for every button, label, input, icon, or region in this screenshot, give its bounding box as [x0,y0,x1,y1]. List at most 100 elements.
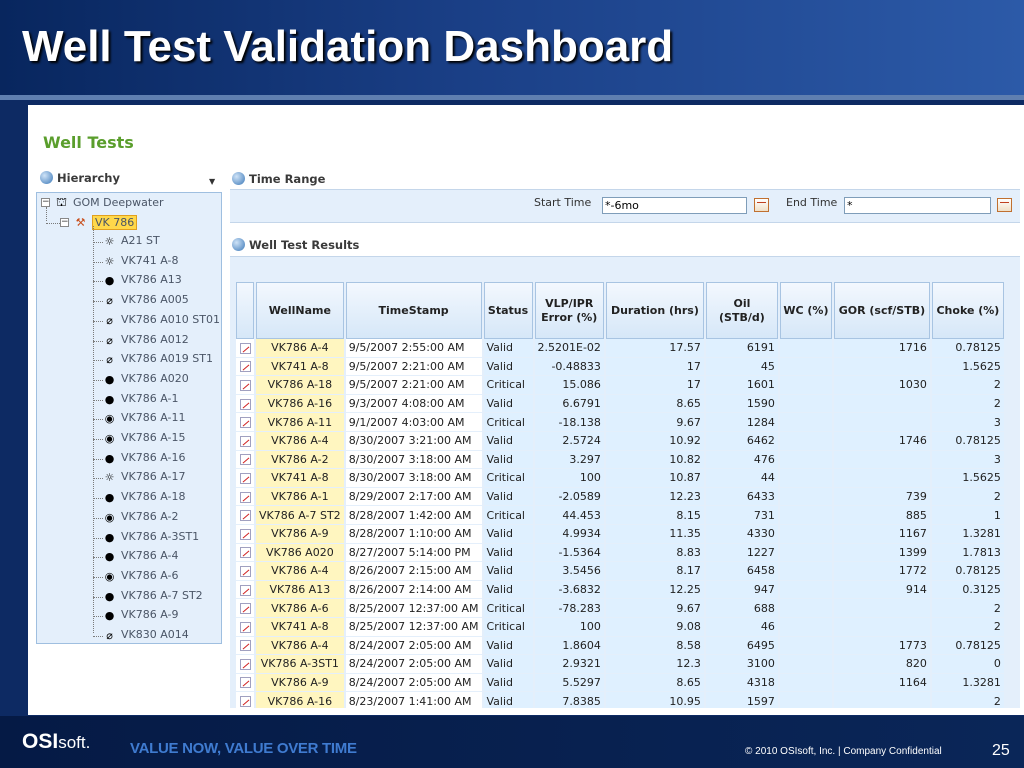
trend-chart-cell[interactable] [236,413,254,432]
table-row[interactable]: VK786 A-2 8/30/2007 3:18:00 AM Valid 3.297 1… [236,450,1004,470]
table-row[interactable]: VK786 A-11 9/1/2007 4:03:00 AM Critical -18… [236,413,1004,432]
trend-chart-icon[interactable] [239,491,251,503]
column-header[interactable]: WC (%) [779,282,832,339]
tree-well-item[interactable]: ● VK786 A-7 ST2 [37,588,221,607]
trend-chart-icon[interactable] [239,528,251,540]
tree-well-item[interactable]: ☼ VK786 A-17 [37,469,221,488]
trend-chart-cell[interactable] [236,636,254,656]
collapse-panel-icon[interactable] [232,238,245,251]
calendar-icon[interactable] [997,198,1012,212]
table-row[interactable]: VK786 A-16 9/3/2007 4:08:00 AM Valid 6.6791… [236,394,1004,414]
trend-chart-cell[interactable] [236,506,254,525]
table-row[interactable]: VK786 A020 8/27/2007 5:14:00 PM Valid -1.53… [236,543,1004,563]
tree-well-item[interactable]: ● VK786 A-18 [37,489,221,508]
collapse-panel-icon[interactable] [40,171,53,184]
trend-chart-icon[interactable] [239,417,251,429]
table-row[interactable]: VK741 A-8 9/5/2007 2:21:00 AM Valid -0.4883… [236,357,1004,377]
collapse-panel-icon[interactable] [232,172,245,185]
trend-chart-cell[interactable] [236,543,254,563]
table-row[interactable]: VK786 A-4 8/24/2007 2:05:00 AM Valid 1.8604… [236,636,1004,656]
trend-chart-cell[interactable] [236,617,254,637]
trend-chart-cell[interactable] [236,469,254,488]
trend-chart-cell[interactable] [236,599,254,618]
end-time-input[interactable]: * [844,197,991,214]
trend-chart-icon[interactable] [239,658,251,670]
trend-chart-cell[interactable] [236,580,254,600]
hierarchy-dropdown-icon[interactable]: ▼ [209,177,215,186]
trend-chart-cell[interactable] [236,394,254,414]
trend-chart-icon[interactable] [239,435,251,447]
trend-chart-icon[interactable] [239,547,251,559]
tree-well-item[interactable]: ● VK786 A020 [37,371,221,390]
tree-well-item[interactable]: ⌀ VK830 A014 [37,627,221,646]
trend-chart-cell[interactable] [236,450,254,470]
trend-chart-icon[interactable] [239,342,251,354]
column-header[interactable]: GOR (scf/STB) [833,282,930,339]
trend-chart-cell[interactable] [236,655,254,674]
tree-well-item[interactable]: ● VK786 A-16 [37,450,221,469]
trend-chart-icon[interactable] [239,398,251,410]
table-row[interactable]: VK786 A-4 9/5/2007 2:55:00 AM Valid 2.5201E… [236,339,1004,358]
trend-chart-icon[interactable] [239,621,251,633]
trend-chart-icon[interactable] [239,510,251,522]
table-row[interactable]: VK786 A-18 9/5/2007 2:21:00 AM Critical 15.… [236,376,1004,395]
tree-well-item[interactable]: ◉ VK786 A-6 [37,568,221,587]
tree-well-item[interactable]: ◉ VK786 A-11 [37,410,221,429]
collapse-toggle-icon[interactable]: − [41,198,50,207]
tree-well-item[interactable]: ⌀ VK786 A019 ST1 [37,351,221,370]
tree-well-item[interactable]: ⌀ VK786 A005 [37,292,221,311]
trend-chart-icon[interactable] [239,696,251,708]
column-header[interactable]: Duration (hrs) [605,282,704,339]
column-header[interactable]: VLP/IPR Error (%) [534,282,604,339]
table-row[interactable]: VK786 A-4 8/26/2007 2:15:00 AM Valid 3.5456… [236,562,1004,581]
table-row[interactable]: VK786 A-9 8/24/2007 2:05:00 AM Valid 5.5297… [236,673,1004,693]
hierarchy-tree[interactable]: − ⛫ GOM Deepwater − ⚒ VK 786 ☼ A21 ST ☼ VK7… [36,192,222,644]
column-header[interactable]: Status [483,282,533,339]
column-header[interactable]: WellName [256,282,344,339]
tree-root[interactable]: − ⛫ GOM Deepwater [37,195,221,214]
trend-chart-cell[interactable] [236,524,254,544]
tree-well-item[interactable]: ⌀ VK786 A012 [37,332,221,351]
tree-well-item[interactable]: ⌀ VK786 A010 ST01 [37,312,221,331]
trend-chart-cell[interactable] [236,487,254,507]
table-row[interactable]: VK786 A-16 8/23/2007 1:41:00 AM Valid 7.838… [236,692,1004,708]
tree-well-item[interactable]: ☼ A21 ST [37,233,221,252]
table-row[interactable]: VK786 A13 8/26/2007 2:14:00 AM Valid -3.683… [236,580,1004,600]
trend-chart-icon[interactable] [239,603,251,615]
trend-chart-icon[interactable] [239,361,251,373]
trend-chart-icon[interactable] [239,677,251,689]
tree-well-item[interactable]: ● VK786 A13 [37,272,221,291]
collapse-toggle-icon[interactable]: − [60,218,69,227]
trend-chart-cell[interactable] [236,357,254,377]
trend-chart-cell[interactable] [236,692,254,708]
trend-chart-icon[interactable] [239,379,251,391]
tree-well-item[interactable]: ● VK786 A-1 [37,391,221,410]
tree-well-item[interactable]: ◉ VK786 A-2 [37,509,221,528]
table-row[interactable]: VK786 A-7 ST2 8/28/2007 1:42:00 AM Critica… [236,506,1004,525]
trend-chart-icon[interactable] [239,584,251,596]
column-header[interactable]: TimeStamp [345,282,482,339]
table-row[interactable]: VK741 A-8 8/25/2007 12:37:00 AM Critical 10… [236,617,1004,637]
trend-chart-cell[interactable] [236,376,254,395]
trend-chart-icon[interactable] [239,454,251,466]
table-row[interactable]: VK786 A-3ST1 8/24/2007 2:05:00 AM Valid 2.9… [236,655,1004,674]
trend-chart-icon[interactable] [239,565,251,577]
trend-chart-icon[interactable] [239,472,251,484]
column-header[interactable]: Choke (%) [931,282,1004,339]
column-header[interactable]: Oil (STB/d) [705,282,778,339]
start-time-input[interactable]: *-6mo [602,197,747,214]
calendar-icon[interactable] [754,198,769,212]
trend-chart-cell[interactable] [236,673,254,693]
table-row[interactable]: VK786 A-6 8/25/2007 12:37:00 AM Critical -7… [236,599,1004,618]
tree-well-item[interactable]: ● VK786 A-3ST1 [37,529,221,548]
trend-chart-cell[interactable] [236,562,254,581]
tree-well-item[interactable]: ◉ VK786 A-15 [37,430,221,449]
trend-chart-cell[interactable] [236,431,254,451]
tree-well-item[interactable]: ● VK786 A-4 [37,548,221,567]
tree-node-selected[interactable]: − ⚒ VK 786 [37,214,221,233]
table-row[interactable]: VK786 A-9 8/28/2007 1:10:00 AM Valid 4.9934… [236,524,1004,544]
table-row[interactable]: VK786 A-1 8/29/2007 2:17:00 AM Valid -2.058… [236,487,1004,507]
trend-chart-icon[interactable] [239,640,251,652]
table-row[interactable]: VK741 A-8 8/30/2007 3:18:00 AM Critical 100… [236,469,1004,488]
trend-chart-cell[interactable] [236,339,254,358]
